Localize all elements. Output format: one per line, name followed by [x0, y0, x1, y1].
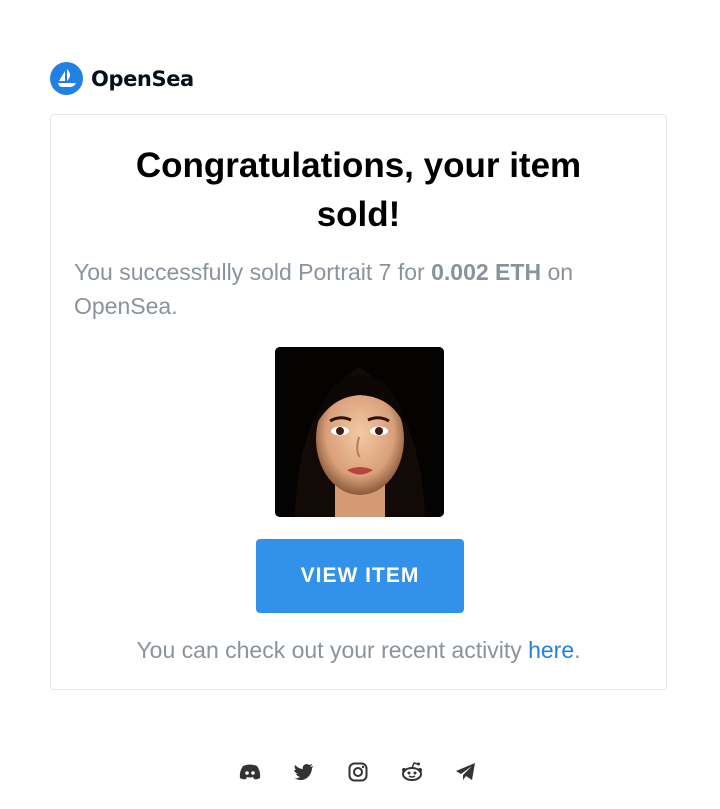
telegram-icon[interactable]	[453, 760, 479, 784]
instagram-icon[interactable]	[345, 760, 371, 784]
view-item-button[interactable]: VIEW ITEM	[256, 539, 464, 613]
brand-name: OpenSea	[91, 66, 194, 91]
twitter-icon[interactable]	[291, 760, 317, 784]
sale-price: 0.002 ETH	[431, 259, 542, 285]
message-prefix: You successfully sold Portrait 7 for	[74, 259, 432, 285]
reddit-icon[interactable]	[399, 760, 425, 784]
sale-notification-card: Congratulations, your item sold! You suc…	[50, 114, 667, 690]
email-title: Congratulations, your item sold!	[135, 146, 582, 234]
opensea-logo[interactable]: OpenSea	[50, 62, 194, 95]
activity-note-prefix: You can check out your recent activity	[136, 637, 529, 663]
activity-link[interactable]: here	[528, 637, 574, 663]
discord-icon[interactable]	[237, 760, 263, 784]
nft-item-image[interactable]	[275, 347, 444, 517]
opensea-ship-icon	[50, 62, 83, 95]
activity-note-suffix: .	[574, 637, 581, 663]
social-links	[237, 760, 479, 784]
sale-message: You successfully sold Portrait 7 for 0.0…	[74, 255, 636, 323]
activity-note: You can check out your recent activity h…	[51, 633, 666, 667]
